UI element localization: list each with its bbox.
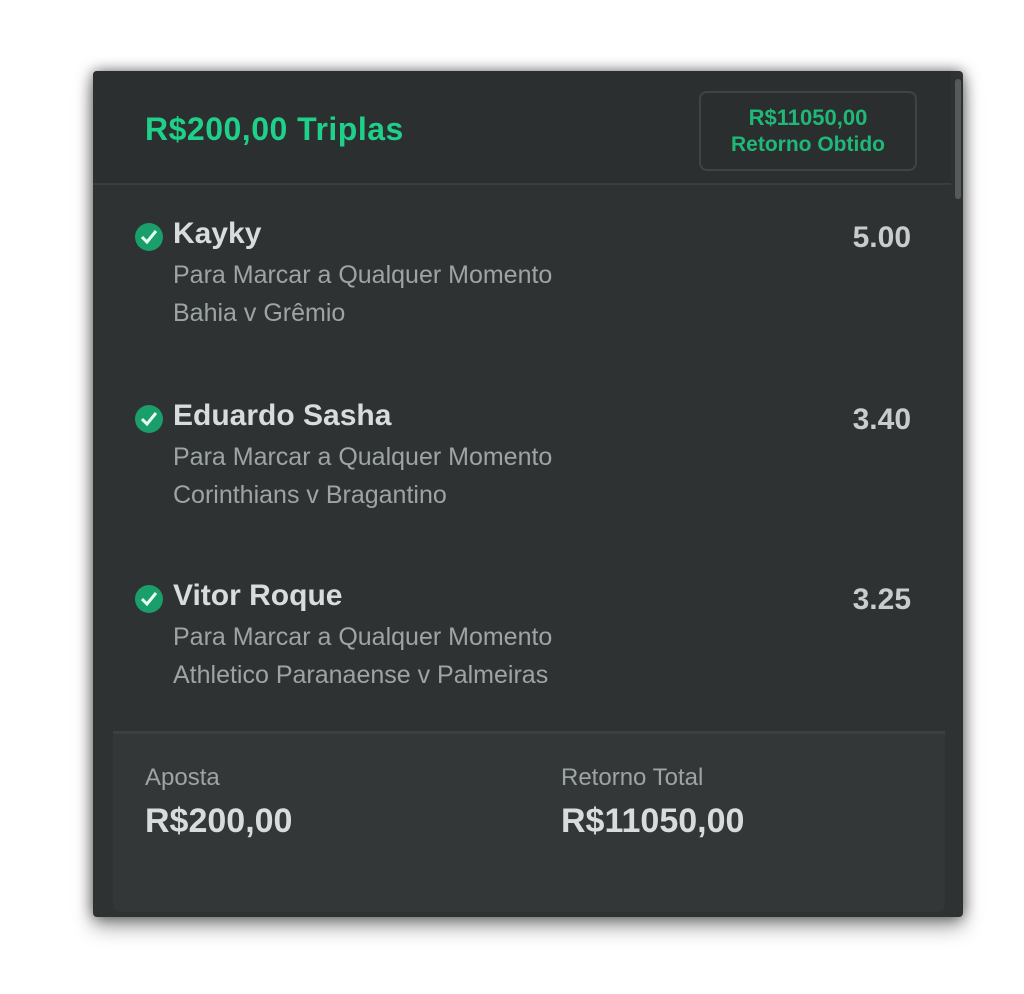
- selection-odds: 5.00: [852, 221, 911, 254]
- stake-label: Aposta: [145, 764, 220, 791]
- selection-item[interactable]: Eduardo Sasha 3.40 Para Marcar a Qualque…: [93, 371, 951, 509]
- total-return-value: R$11050,00: [561, 802, 745, 840]
- match-name: Athletico Paranaense v Palmeiras: [173, 661, 549, 689]
- bet-title: R$200,00 Triplas: [145, 111, 404, 147]
- check-icon: [135, 223, 163, 251]
- selection-list: Kayky 5.00 Para Marcar a Qualquer Moment…: [93, 189, 951, 729]
- match-name: Bahia v Grêmio: [173, 299, 346, 327]
- bet-header: R$200,00 Triplas R$11050,00 Retorno Obti…: [93, 71, 951, 185]
- market-name: Para Marcar a Qualquer Momento: [173, 261, 553, 289]
- player-name: Vitor Roque: [173, 579, 343, 612]
- match-name: Corinthians v Bragantino: [173, 481, 447, 509]
- player-name: Kayky: [173, 217, 262, 250]
- selection-item[interactable]: Kayky 5.00 Para Marcar a Qualquer Moment…: [93, 189, 951, 327]
- check-icon: [135, 405, 163, 433]
- bet-summary: Aposta R$200,00 Retorno Total R$11050,00: [113, 731, 945, 912]
- return-obtained-label: Retorno Obtido: [731, 133, 885, 156]
- return-obtained-amount: R$11050,00: [748, 105, 868, 130]
- total-return-label: Retorno Total: [561, 764, 704, 791]
- bet-slip-card: R$200,00 Triplas R$11050,00 Retorno Obti…: [93, 71, 963, 917]
- selection-odds: 3.40: [852, 403, 911, 436]
- scrollbar[interactable]: [955, 79, 961, 199]
- selection-item[interactable]: Vitor Roque 3.25 Para Marcar a Qualquer …: [93, 551, 951, 689]
- stake-value: R$200,00: [145, 802, 293, 840]
- market-name: Para Marcar a Qualquer Momento: [173, 623, 553, 651]
- check-icon: [135, 585, 163, 613]
- player-name: Eduardo Sasha: [173, 399, 392, 432]
- market-name: Para Marcar a Qualquer Momento: [173, 443, 553, 471]
- selection-odds: 3.25: [852, 583, 911, 616]
- return-obtained-badge: R$11050,00 Retorno Obtido: [699, 91, 917, 171]
